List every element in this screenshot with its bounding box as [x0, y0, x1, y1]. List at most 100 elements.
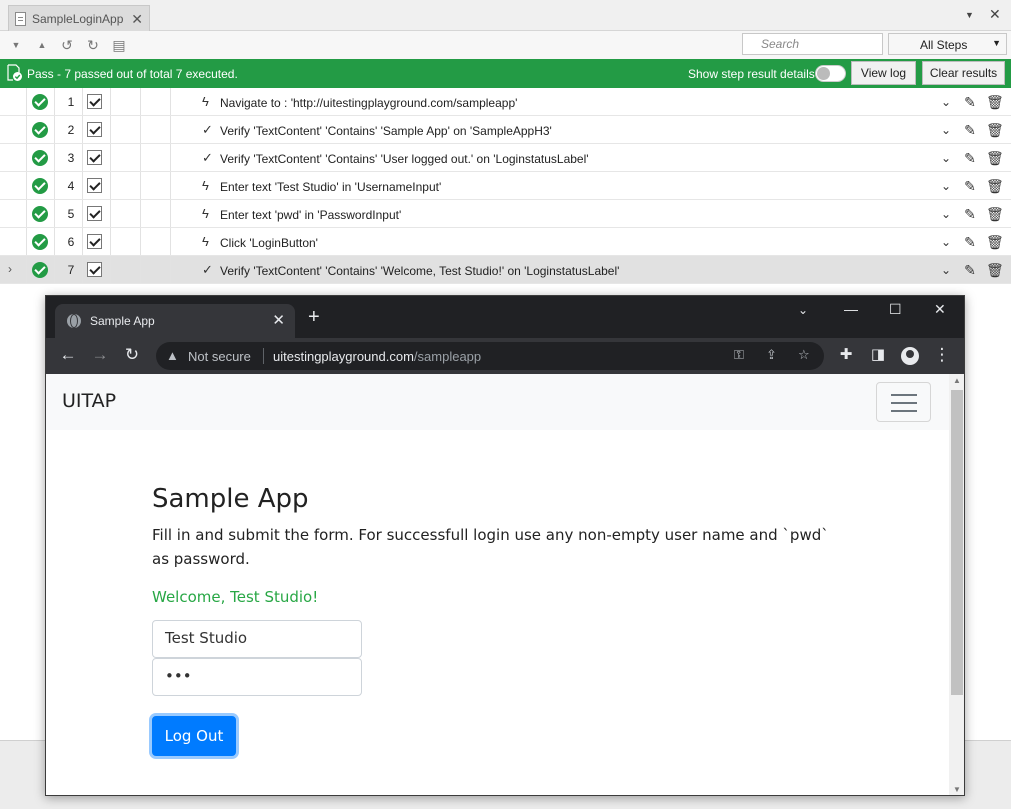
step-row[interactable]: 6 ϟ Click 'LoginButton' ⌄ ✎ 🗑 — [0, 228, 1011, 256]
redo-icon[interactable]: ↻ — [84, 36, 102, 54]
edit-pencil-icon[interactable]: ✎ — [962, 233, 978, 251]
edit-pencil-icon[interactable]: ✎ — [962, 205, 978, 223]
dropdown-icon[interactable]: ▼ — [965, 10, 974, 20]
step-enabled-checkbox[interactable] — [87, 122, 102, 137]
step-row[interactable]: 5 ϟ Enter text 'pwd' in 'PasswordInput' ⌄ ✎ 🗑 — [0, 200, 1011, 228]
step-enabled-checkbox[interactable] — [87, 94, 102, 109]
delete-trash-icon[interactable]: 🗑 — [986, 233, 1004, 251]
step-enabled-checkbox[interactable] — [87, 262, 102, 277]
step-row[interactable]: › 7 ✓ Verify 'TextContent' 'Contains' 'Welc… — [0, 256, 1011, 284]
step-description: Verify 'TextContent' 'Contains' 'Sample … — [220, 124, 552, 138]
close-tab-icon[interactable]: ✕ — [272, 311, 285, 329]
reload-icon[interactable]: ↻ — [122, 345, 142, 365]
step-number: 4 — [67, 179, 75, 193]
page-title: Sample App — [152, 484, 309, 514]
scroll-thumb[interactable] — [951, 390, 963, 695]
pass-status-icon — [32, 122, 48, 138]
verification-check-icon: ✓ — [202, 150, 213, 165]
close-pane-icon[interactable]: ✕ — [989, 6, 1001, 23]
edit-pencil-icon[interactable]: ✎ — [962, 177, 978, 195]
step-enabled-checkbox[interactable] — [87, 178, 102, 193]
expand-chevron-icon[interactable]: ⌄ — [938, 121, 954, 139]
step-row[interactable]: 2 ✓ Verify 'TextContent' 'Contains' 'Sampl… — [0, 116, 1011, 144]
step-row[interactable]: 3 ✓ Verify 'TextContent' 'Contains' 'User … — [0, 144, 1011, 172]
view-log-button[interactable]: View log — [851, 61, 916, 85]
pass-status-icon — [32, 150, 48, 166]
maximize-icon[interactable]: ☐ — [889, 301, 902, 318]
steps-filter-value: All Steps — [920, 38, 968, 52]
edit-pencil-icon[interactable]: ✎ — [962, 93, 978, 111]
expand-chevron-icon[interactable]: ⌄ — [938, 93, 954, 111]
step-builder-icon[interactable]: ▤ — [110, 36, 128, 54]
steps-filter-select[interactable]: All Steps ▼ — [888, 33, 1007, 55]
delete-trash-icon[interactable]: 🗑 — [986, 149, 1004, 167]
key-icon[interactable]: ⚿ — [734, 347, 744, 363]
step-description: Enter text 'Test Studio' in 'UsernameInp… — [220, 180, 442, 194]
url-host: uitestingplayground.com — [273, 349, 414, 364]
move-down-icon[interactable]: ▼ — [7, 36, 25, 54]
edit-pencil-icon[interactable]: ✎ — [962, 149, 978, 167]
page-scrollbar[interactable]: ▲ ▼ — [949, 374, 964, 795]
edit-pencil-icon[interactable]: ✎ — [962, 261, 978, 279]
delete-trash-icon[interactable]: 🗑 — [986, 121, 1004, 139]
delete-trash-icon[interactable]: 🗑 — [986, 205, 1004, 223]
step-enabled-checkbox[interactable] — [87, 206, 102, 221]
delete-trash-icon[interactable]: 🗑 — [986, 93, 1004, 111]
log-out-button[interactable]: Log Out — [152, 716, 236, 756]
menu-dots-icon[interactable]: ⋮ — [932, 345, 952, 365]
minimize-icon[interactable]: — — [844, 301, 858, 317]
pass-status-icon — [32, 262, 48, 278]
new-tab-icon[interactable]: + — [308, 307, 320, 327]
step-number: 1 — [67, 95, 75, 109]
search-input[interactable]: Search — [742, 33, 883, 55]
delete-trash-icon[interactable]: 🗑 — [986, 177, 1004, 195]
document-tab[interactable]: SampleLoginApp ✕ — [8, 5, 150, 31]
hamburger-menu-button[interactable] — [876, 382, 931, 422]
scroll-up-icon[interactable]: ▲ — [953, 376, 961, 385]
address-bar[interactable]: ▲ Not secure uitestingplayground.com/sam… — [156, 342, 824, 370]
share-icon[interactable]: ⇪ — [766, 347, 777, 363]
clear-results-button[interactable]: Clear results — [922, 61, 1005, 85]
bookmark-star-icon[interactable]: ☆ — [798, 347, 810, 363]
step-description: Navigate to : 'http://uitestingplaygroun… — [220, 96, 518, 110]
instructions-text: Fill in and submit the form. For success… — [152, 526, 829, 568]
steps-toolbar: ▼ ▲ ↺ ↻ ▤ Search All Steps ▼ — [0, 31, 1011, 59]
pass-document-icon — [7, 64, 22, 81]
edit-pencil-icon[interactable]: ✎ — [962, 121, 978, 139]
brand-link[interactable]: UITAP — [62, 390, 116, 412]
result-status-bar: Pass - 7 passed out of total 7 executed.… — [0, 59, 1011, 88]
extensions-icon[interactable]: ✚ — [836, 345, 856, 365]
back-icon[interactable]: ← — [58, 345, 78, 365]
browser-tab-title: Sample App — [90, 314, 155, 328]
expand-chevron-icon[interactable]: ⌄ — [938, 261, 954, 279]
expand-chevron-icon[interactable]: ⌄ — [938, 149, 954, 167]
step-details-toggle[interactable] — [815, 65, 846, 82]
step-row[interactable]: 4 ϟ Enter text 'Test Studio' in 'UsernameI… — [0, 172, 1011, 200]
username-input[interactable]: Test Studio — [152, 620, 362, 658]
url-text: uitestingplayground.com/sampleapp — [273, 349, 481, 364]
caret-down-icon: ▼ — [992, 38, 1001, 48]
expand-chevron-icon[interactable]: ⌄ — [938, 233, 954, 251]
step-enabled-checkbox[interactable] — [87, 150, 102, 165]
move-up-icon[interactable]: ▲ — [33, 36, 51, 54]
action-bolt-icon: ϟ — [202, 94, 209, 109]
undo-icon[interactable]: ↺ — [58, 36, 76, 54]
step-enabled-checkbox[interactable] — [87, 234, 102, 249]
expand-chevron-icon[interactable]: ⌄ — [938, 205, 954, 223]
browser-tab[interactable]: Sample App ✕ — [55, 304, 295, 338]
password-input[interactable]: ••• — [152, 658, 362, 696]
action-bolt-icon: ϟ — [202, 178, 209, 193]
step-description: Verify 'TextContent' 'Contains' 'Welcome… — [220, 264, 620, 278]
side-panel-icon[interactable]: ◨ — [868, 345, 888, 365]
url-path: /sampleapp — [413, 349, 482, 364]
expand-chevron-icon[interactable]: ⌄ — [938, 177, 954, 195]
scroll-down-icon[interactable]: ▼ — [953, 785, 961, 794]
tab-search-icon[interactable]: ⌄ — [798, 303, 808, 317]
forward-icon[interactable]: → — [90, 345, 110, 365]
close-window-icon[interactable]: ✕ — [934, 301, 946, 318]
delete-trash-icon[interactable]: 🗑 — [986, 261, 1004, 279]
close-icon[interactable]: ✕ — [131, 12, 143, 26]
profile-avatar-icon[interactable] — [901, 347, 919, 365]
step-number: 7 — [67, 263, 75, 277]
step-row[interactable]: 1 ϟ Navigate to : 'http://uitestingplaygro… — [0, 88, 1011, 116]
